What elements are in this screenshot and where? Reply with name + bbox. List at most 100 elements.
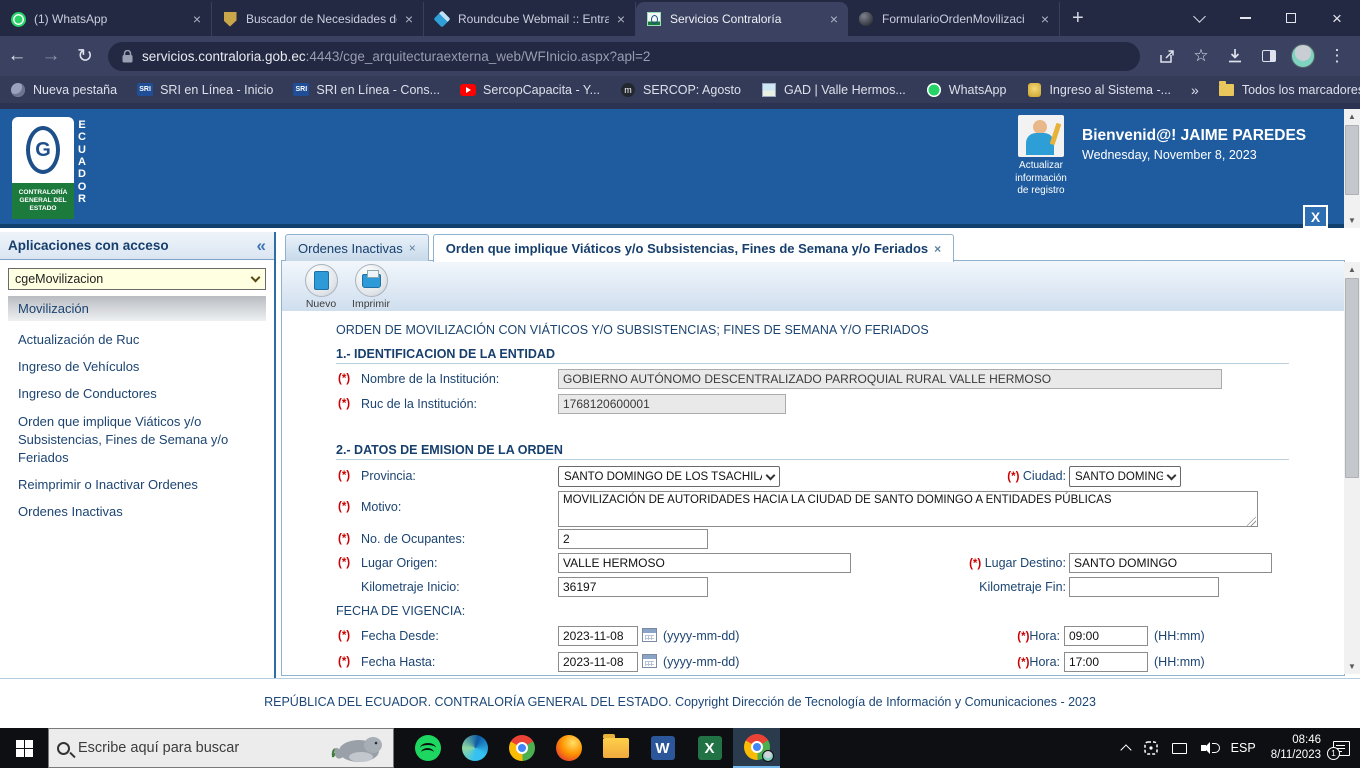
scroll-down-icon[interactable]: ▼ <box>1344 659 1360 674</box>
taskbar-word[interactable]: W <box>639 728 686 768</box>
profile-avatar[interactable] <box>1288 41 1318 71</box>
close-window-button[interactable]: × <box>1314 0 1360 36</box>
institution-field[interactable] <box>558 369 1222 389</box>
speaker-icon[interactable] <box>1194 728 1224 768</box>
tab-close-icon[interactable]: × <box>830 11 838 27</box>
application-select[interactable]: cgeMovilizacion <box>8 268 266 290</box>
hour-to-field[interactable] <box>1064 652 1148 672</box>
sidebar-item-reimprimir-inactivar[interactable]: Reimprimir o Inactivar Ordenes <box>18 476 264 494</box>
back-icon[interactable]: ← <box>0 45 34 67</box>
scroll-up-icon[interactable]: ▲ <box>1344 262 1360 277</box>
tab-search-chevron-icon[interactable] <box>1176 0 1222 36</box>
sidebar-header: Aplicaciones con acceso « <box>0 232 274 260</box>
taskbar-file-explorer[interactable] <box>592 728 639 768</box>
taskbar-chrome-active[interactable] <box>733 728 780 768</box>
taskbar-search[interactable] <box>48 728 394 768</box>
browser-menu-icon[interactable]: ⋮ <box>1322 41 1352 71</box>
browser-tab-buscador[interactable]: Buscador de Necesidades de × <box>212 2 424 36</box>
notification-center-icon[interactable]: 1 <box>1327 740 1350 760</box>
sidebar-item-ordenes-inactivas[interactable]: Ordenes Inactivas <box>18 503 264 521</box>
address-bar[interactable]: servicios.contraloria.gob.ec:4443/cge_ar… <box>108 41 1140 71</box>
language-indicator[interactable]: ESP <box>1224 728 1263 768</box>
ruc-field[interactable] <box>558 394 786 414</box>
bookmark-ingreso-sistema[interactable]: Ingreso al Sistema -... <box>1016 82 1181 98</box>
workspace-tab-orden-viaticos[interactable]: Orden que implique Viáticos y/o Subsiste… <box>432 234 955 262</box>
km-end-field[interactable] <box>1069 577 1219 597</box>
bookmark-sri-consultas[interactable]: SRI SRI en Línea - Cons... <box>283 82 450 98</box>
textarea-resize-grip[interactable] <box>1247 517 1256 526</box>
bookmark-gad-valle-hermoso[interactable]: GAD | Valle Hermos... <box>751 82 916 98</box>
side-panel-icon[interactable] <box>1254 41 1284 71</box>
bookmark-sri-inicio[interactable]: SRI SRI en Línea - Inicio <box>127 82 283 98</box>
required-mark: (*) <box>338 630 351 642</box>
sidebar-item-actualizacion-ruc[interactable]: Actualización de Ruc <box>18 331 264 349</box>
tab-close-icon[interactable]: × <box>193 11 201 27</box>
collapse-sidebar-icon[interactable]: « <box>257 236 266 256</box>
tray-app-icon[interactable] <box>1137 728 1165 768</box>
network-icon[interactable] <box>1165 728 1194 768</box>
tab-close-icon[interactable]: × <box>405 11 413 27</box>
start-button[interactable] <box>0 728 48 768</box>
tab-close-icon[interactable]: × <box>1041 11 1049 27</box>
taskbar-excel[interactable]: X <box>686 728 733 768</box>
origin-field[interactable] <box>558 553 851 573</box>
browser-tab-roundcube[interactable]: Roundcube Webmail :: Entra × <box>424 2 636 36</box>
bookmark-sercopcapacita[interactable]: SercopCapacita - Y... <box>450 82 610 98</box>
new-tab-button[interactable]: + <box>1072 7 1084 30</box>
bookmark-star-icon[interactable]: ☆ <box>1186 41 1216 71</box>
date-to-field[interactable] <box>558 652 638 672</box>
destination-label-group: (*) Lugar Destino: <box>969 556 1066 570</box>
content-scrollbar[interactable]: ▲ ▼ <box>1344 262 1360 674</box>
sidebar-section-movilizacion[interactable]: Movilización <box>8 296 266 321</box>
print-button[interactable]: Imprimir <box>350 264 392 310</box>
browser-tab-formulario[interactable]: FormularioOrdenMovilizaci × <box>848 2 1060 36</box>
header-close-button[interactable]: X <box>1303 205 1328 228</box>
refresh-icon[interactable]: ↻ <box>68 45 102 68</box>
maximize-button[interactable] <box>1268 0 1314 36</box>
taskbar-edge[interactable] <box>451 728 498 768</box>
all-bookmarks-button[interactable]: Todos los marcadores <box>1209 80 1360 98</box>
browser-tab-whatsapp[interactable]: (1) WhatsApp × <box>0 2 212 36</box>
tab-close-icon[interactable]: × <box>617 11 625 27</box>
date-from-field[interactable] <box>558 626 638 646</box>
occupants-field[interactable] <box>558 529 708 549</box>
workspace-tab-ordenes-inactivas[interactable]: Ordenes Inactivas × <box>285 234 429 261</box>
sidebar-item-ingreso-conductores[interactable]: Ingreso de Conductores <box>18 385 264 403</box>
bookmark-whatsapp[interactable]: WhatsApp <box>916 82 1017 98</box>
sri-icon: SRI <box>137 82 154 98</box>
taskbar-firefox[interactable] <box>545 728 592 768</box>
header-scrollbar[interactable]: ▲ ▼ <box>1344 109 1360 228</box>
calendar-icon[interactable] <box>642 654 657 668</box>
hour-from-field[interactable] <box>1064 626 1148 646</box>
minimize-button[interactable] <box>1222 0 1268 36</box>
taskbar-spotify[interactable] <box>404 728 451 768</box>
tab-close-icon[interactable]: × <box>934 242 941 256</box>
new-button[interactable]: Nuevo <box>300 264 342 310</box>
scroll-up-icon[interactable]: ▲ <box>1344 109 1360 124</box>
bookmarks-overflow-icon[interactable]: » <box>1181 82 1209 98</box>
clock[interactable]: 08:46 8/11/2023 <box>1263 733 1329 763</box>
scroll-down-icon[interactable]: ▼ <box>1344 213 1360 228</box>
calendar-icon[interactable] <box>642 628 657 642</box>
manatee-image[interactable] <box>329 731 385 765</box>
bookmark-sercop-agosto[interactable]: m SERCOP: Agosto <box>610 82 751 98</box>
bookmark-nueva-pestana[interactable]: Nueva pestaña <box>0 82 127 98</box>
search-input[interactable] <box>78 740 321 756</box>
destination-field[interactable] <box>1069 553 1272 573</box>
km-start-field[interactable] <box>558 577 708 597</box>
download-icon[interactable] <box>1220 41 1250 71</box>
update-registration-link[interactable]: Actualizar información de registro <box>1010 115 1072 198</box>
tab-close-icon[interactable]: × <box>409 241 416 255</box>
scrollbar-thumb[interactable] <box>1345 125 1359 195</box>
reason-textarea[interactable]: MOVILIZACIÓN DE AUTORIDADES HACIA LA CIU… <box>558 491 1258 527</box>
tray-chevron-icon[interactable] <box>1115 728 1137 768</box>
taskbar-chrome[interactable] <box>498 728 545 768</box>
province-select[interactable]: SANTO DOMINGO DE LOS TSACHILAS <box>558 466 780 487</box>
browser-tab-servicios-contraloria[interactable]: Servicios Contraloría × <box>636 2 848 36</box>
scrollbar-thumb[interactable] <box>1345 278 1359 478</box>
share-icon[interactable] <box>1152 41 1182 71</box>
sidebar-item-orden-viaticos[interactable]: Orden que implique Viáticos y/o Subsiste… <box>18 413 248 468</box>
city-select[interactable]: SANTO DOMINGO <box>1069 466 1181 487</box>
forward-icon[interactable]: → <box>34 45 68 67</box>
sidebar-item-ingreso-vehiculos[interactable]: Ingreso de Vehículos <box>18 358 264 376</box>
